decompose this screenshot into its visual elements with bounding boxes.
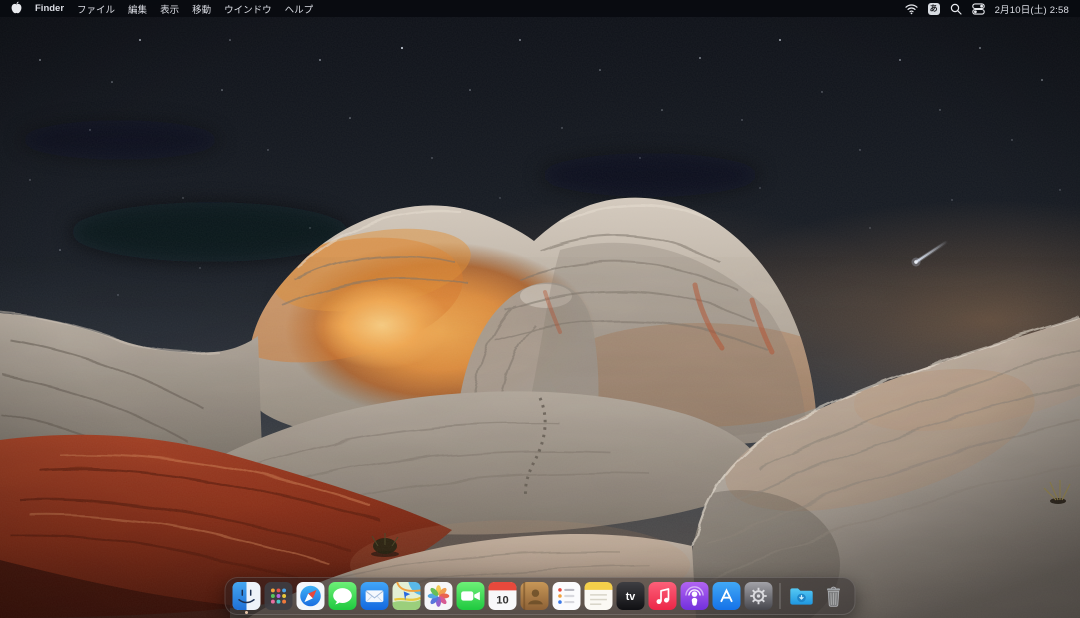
control-center-icon[interactable] [972,3,985,15]
photos-icon [425,582,453,610]
dock-item-tv[interactable]: tv [617,582,645,610]
apple-tv-icon: tv [617,582,645,610]
apple-menu[interactable] [11,1,22,17]
wifi-icon[interactable] [905,3,918,15]
menu-go[interactable]: 移動 [192,2,211,16]
dock-item-finder[interactable] [233,582,261,610]
desktop-wallpaper [0,0,1080,618]
apple-logo-icon [11,1,22,14]
safari-icon [297,582,325,610]
dock-separator [780,583,781,609]
dock-item-maps[interactable] [393,582,421,610]
dock-item-facetime[interactable] [457,582,485,610]
dock-item-launchpad[interactable] [265,582,293,610]
menu-app-name[interactable]: Finder [35,3,64,14]
dock-item-messages[interactable] [329,582,357,610]
dock-item-notes[interactable] [585,582,613,610]
messages-icon [329,582,357,610]
gear-icon [745,582,773,610]
menu-bar: Finder ファイル 編集 表示 移動 ウインドウ ヘルプ あ [0,0,1080,17]
dock-item-trash[interactable] [820,582,848,610]
dock-item-mail[interactable] [361,582,389,610]
svg-text:10: 10 [496,594,508,606]
launchpad-icon [265,582,293,610]
dock-item-safari[interactable] [297,582,325,610]
dock-item-podcasts[interactable] [681,582,709,610]
trash-icon [820,582,848,610]
facetime-icon [457,582,485,610]
calendar-icon: 10 [489,582,517,610]
menu-window[interactable]: ウインドウ [224,2,272,16]
notes-icon [585,582,613,610]
svg-text:tv: tv [626,591,636,603]
ime-input-badge[interactable]: あ [928,3,940,15]
contacts-icon [521,582,549,610]
menu-view[interactable]: 表示 [160,2,179,16]
app-store-icon [713,582,741,610]
mail-icon [361,582,389,610]
downloads-folder-icon [788,582,816,610]
dock-item-system-settings[interactable] [745,582,773,610]
running-indicator [245,611,248,614]
menu-help[interactable]: ヘルプ [285,2,314,16]
music-icon [649,582,677,610]
dock-item-contacts[interactable] [521,582,549,610]
dock-item-downloads-folder[interactable] [788,582,816,610]
dock-item-app-store[interactable] [713,582,741,610]
dock-item-calendar[interactable]: 10 [489,582,517,610]
menu-clock[interactable]: 2月10日(土) 2:58 [995,2,1069,16]
spotlight-search-icon[interactable] [950,3,962,15]
desktop[interactable]: Finder ファイル 編集 表示 移動 ウインドウ ヘルプ あ [0,0,1080,618]
reminders-icon [553,582,581,610]
menu-file[interactable]: ファイル [77,2,115,16]
dock-item-photos[interactable] [425,582,453,610]
dock-item-reminders[interactable] [553,582,581,610]
maps-icon [393,582,421,610]
dock-item-music[interactable] [649,582,677,610]
podcasts-icon [681,582,709,610]
dock: 10 [225,577,856,615]
finder-icon [233,582,261,610]
menu-edit[interactable]: 編集 [128,2,147,16]
